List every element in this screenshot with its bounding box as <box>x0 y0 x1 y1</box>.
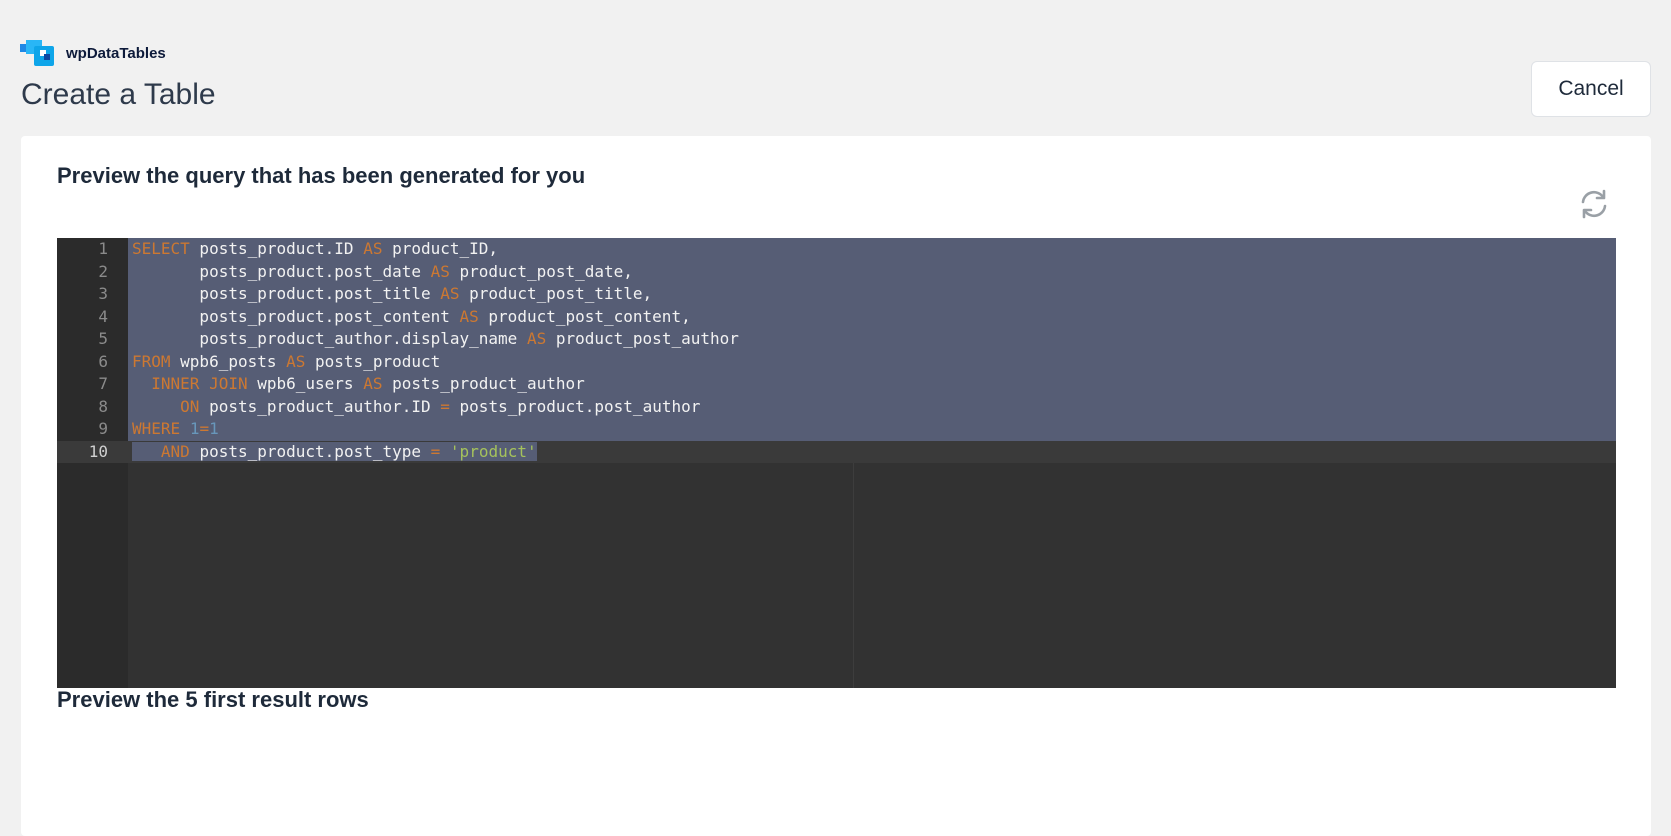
code-line: 8 ON posts_product_author.ID = posts_pro… <box>57 395 1616 418</box>
code-line: 9 WHERE 1=1 <box>57 418 1616 441</box>
code-token: FROM <box>132 351 171 371</box>
code-line: 3 posts_product.post_title AS product_po… <box>57 283 1616 306</box>
code-token: product_ID, <box>382 239 499 258</box>
brand-name: wpDataTables <box>66 44 166 62</box>
cancel-button[interactable]: Cancel <box>1531 61 1651 117</box>
code-token: AS <box>440 284 460 303</box>
line-number: 6 <box>57 350 128 373</box>
editor-lines: 1 SELECT posts_product.ID AS product_ID, 2… <box>57 238 1616 463</box>
code-token: AS <box>363 239 383 258</box>
code-token: wpb6_posts <box>170 351 287 371</box>
code-text: posts_product.post_content AS product_po… <box>128 305 1616 328</box>
code-token: 'product' <box>449 441 537 461</box>
code-line: 10 AND posts_product.post_type = 'produc… <box>57 440 1616 463</box>
wpdatatables-logo-icon <box>20 40 54 66</box>
code-token: = <box>440 396 450 416</box>
code-token: AS <box>526 329 547 348</box>
code-token: AND <box>160 441 190 461</box>
code-line: 4 posts_product.post_content AS product_… <box>57 305 1616 328</box>
code-text: INNER JOIN wpb6_users AS posts_product_a… <box>128 373 1616 396</box>
code-token: INNER JOIN <box>151 374 248 393</box>
code-line: 7 INNER JOIN wpb6_users AS posts_product… <box>57 373 1616 396</box>
line-number: 10 <box>57 440 128 463</box>
query-section-title: Preview the query that has been generate… <box>57 163 586 188</box>
line-number: 7 <box>57 373 128 396</box>
code-token: AS <box>286 351 306 371</box>
code-token: = <box>199 419 210 438</box>
refresh-icon[interactable] <box>1577 187 1611 221</box>
code-token: product_post_content, <box>478 306 691 326</box>
code-token: posts_product.post_type <box>189 441 431 461</box>
line-number: 8 <box>57 395 128 418</box>
code-token: posts_product.post_author <box>449 396 701 416</box>
line-number: 1 <box>57 238 128 261</box>
code-token: AS <box>459 306 479 326</box>
code-token: AS <box>430 261 450 281</box>
code-token: AS <box>363 374 383 393</box>
line-number: 4 <box>57 305 128 328</box>
brand: wpDataTables <box>20 38 166 68</box>
code-text: posts_product.post_date AS product_post_… <box>128 260 1616 283</box>
code-text: posts_product.post_title AS product_post… <box>128 283 1616 306</box>
code-token: posts_product.post_title <box>132 284 441 303</box>
code-text: ON posts_product_author.ID = posts_produ… <box>128 395 1616 418</box>
code-token: posts_product_author.ID <box>199 396 441 416</box>
code-token: posts_product_author.display_name <box>132 329 527 348</box>
line-number: 9 <box>57 418 128 441</box>
selection-highlight: AND posts_product.post_type = 'product' <box>132 441 537 461</box>
code-text: posts_product_author.display_name AS pro… <box>128 328 1616 351</box>
code-token: posts_product_author <box>382 374 585 393</box>
results-section-title: Preview the 5 first result rows <box>57 687 369 712</box>
code-token: wpb6_users <box>247 374 364 393</box>
line-number: 3 <box>57 283 128 306</box>
code-token: WHERE <box>132 419 181 438</box>
page-title: Create a Table <box>21 78 216 111</box>
code-text: AND posts_product.post_type = 'product' <box>128 440 1616 463</box>
code-token: product_post_author <box>546 329 739 348</box>
code-text: FROM wpb6_posts AS posts_product <box>128 350 1616 373</box>
code-token: SELECT <box>132 239 190 258</box>
code-token: posts_product.post_date <box>132 261 431 281</box>
code-token: 1 <box>209 419 219 438</box>
sql-query-editor[interactable]: 1 SELECT posts_product.ID AS product_ID, 2… <box>57 238 1616 688</box>
code-line: 6 FROM wpb6_posts AS posts_product <box>57 350 1616 373</box>
code-token: = <box>430 441 441 461</box>
code-line: 2 posts_product.post_date AS product_pos… <box>57 260 1616 283</box>
code-token: posts_product.post_content <box>132 306 460 326</box>
code-text: WHERE 1=1 <box>128 418 1616 441</box>
main-card: Preview the query that has been generate… <box>21 136 1651 836</box>
code-text: SELECT posts_product.ID AS product_ID, <box>128 238 1616 261</box>
code-line: 1 SELECT posts_product.ID AS product_ID, <box>57 238 1616 261</box>
line-number: 2 <box>57 260 128 283</box>
code-line: 5 posts_product_author.display_name AS p… <box>57 328 1616 351</box>
code-token: posts_product <box>305 351 441 371</box>
code-token: ON <box>180 396 200 416</box>
code-token: posts_product.ID <box>189 239 364 258</box>
code-token: product_post_date, <box>449 261 633 281</box>
code-token: 1 <box>189 419 200 438</box>
line-number: 5 <box>57 328 128 351</box>
code-token: product_post_title, <box>459 284 653 303</box>
